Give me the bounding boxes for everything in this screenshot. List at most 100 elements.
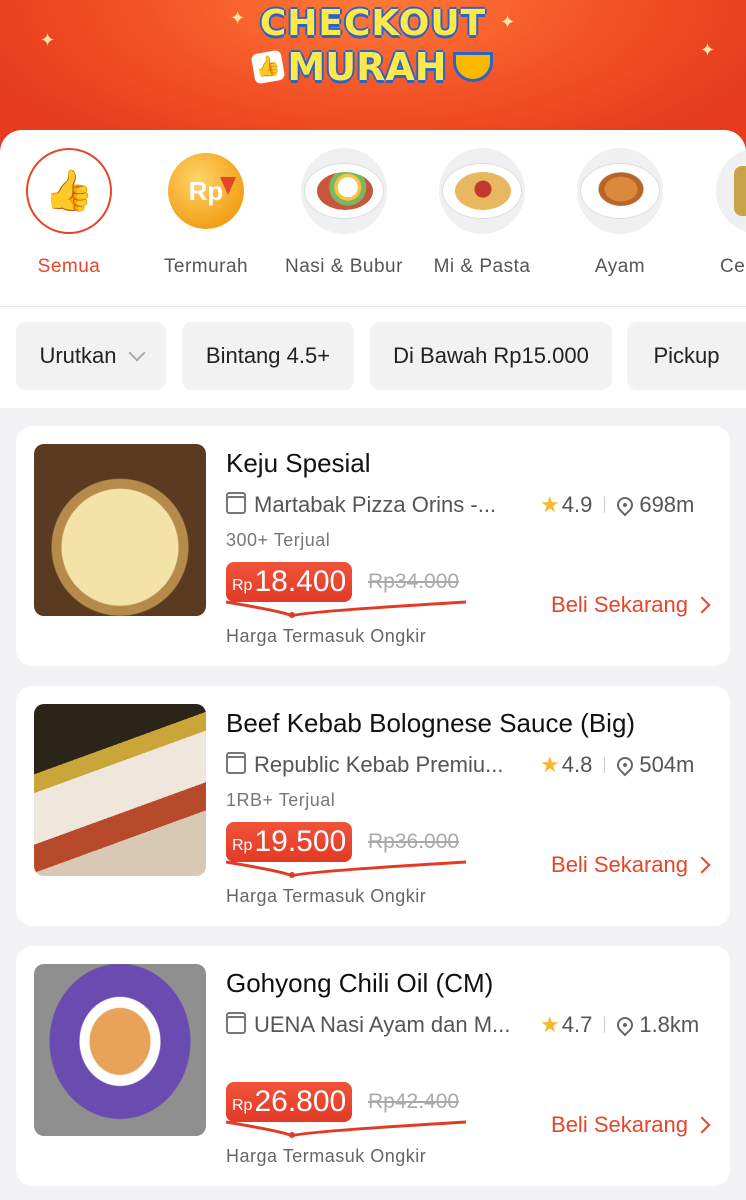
chicken-icon — [577, 148, 663, 234]
rice-plate-icon — [301, 148, 387, 234]
buy-now-label: Beli Sekarang — [551, 592, 688, 617]
category-nasi-bubur[interactable]: Nasi & Bubur — [284, 148, 404, 278]
shop-row: UENA Nasi Ayam dan M... ★ 4.7 1.8km — [226, 1010, 712, 1040]
product-card[interactable]: Gohyong Chili Oil (CM) UENA Nasi Ayam da… — [16, 946, 730, 1186]
chevron-down-icon — [128, 344, 146, 362]
price: 26.800 — [254, 1085, 347, 1118]
buy-now-label: Beli Sekarang — [551, 852, 688, 877]
currency: Rp — [232, 837, 253, 854]
category-label: Ayam — [594, 256, 646, 277]
category-label: Ce — [720, 256, 746, 277]
price-badge: Rp 19.500 — [226, 822, 353, 862]
banner-title: CHECKOUT 👍 MURAH — [0, 6, 746, 86]
banner-title-line1: CHECKOUT — [259, 3, 487, 44]
chevron-right-icon — [693, 596, 711, 614]
distance: 1.8km — [639, 1012, 700, 1037]
location-pin-icon — [614, 1013, 637, 1037]
thumbs-up-icon: 👍 — [251, 49, 286, 85]
product-card[interactable]: Keju Spesial Martabak Pizza Orins -... ★… — [16, 426, 730, 666]
buy-now-button[interactable]: Beli Sekarang — [551, 592, 711, 618]
shipping-note: Harga Termasuk Ongkir — [226, 1146, 427, 1166]
category-list: 👍 Semua Rp Termurah Nasi & Bubur Mi & Pa… — [0, 148, 746, 288]
category-mi-pasta[interactable]: Mi & Pasta — [422, 148, 542, 278]
distance: 698m — [639, 492, 695, 517]
divider — [604, 497, 606, 513]
category-label: Mi & Pasta — [433, 256, 531, 277]
filter-bar: Urutkan Bintang 4.5+ Di Bawah Rp15.000 P… — [0, 322, 746, 392]
original-price: Rp42.400 — [368, 1090, 460, 1113]
divider — [604, 1017, 606, 1033]
shop-name: UENA Nasi Ayam dan M... — [254, 1012, 511, 1037]
price-swoosh — [226, 1120, 467, 1138]
filter-label: Pickup — [653, 343, 720, 368]
store-icon — [226, 752, 246, 774]
currency: Rp — [232, 577, 253, 594]
product-image — [34, 964, 206, 1136]
shipping-note: Harga Termasuk Ongkir — [226, 886, 427, 906]
distance: 504m — [639, 752, 695, 777]
price-badge: Rp 26.800 — [226, 1082, 353, 1122]
original-price: Rp34.000 — [368, 570, 460, 593]
filter-label: Di Bawah Rp15.000 — [393, 343, 589, 368]
category-ayam[interactable]: Ayam — [560, 148, 680, 278]
category-label: Termurah — [163, 256, 249, 277]
rating: 4.9 — [561, 492, 593, 517]
buy-now-button[interactable]: Beli Sekarang — [551, 852, 711, 878]
rating: 4.8 — [561, 752, 593, 777]
price: 18.400 — [254, 565, 347, 598]
category-panel: 👍 Semua Rp Termurah Nasi & Bubur Mi & Pa… — [0, 130, 746, 408]
price-block: Rp 26.800 Rp42.400 — [226, 1082, 476, 1138]
shop-name: Martabak Pizza Orins -... — [254, 492, 497, 517]
price-block: Rp 19.500 Rp36.000 — [226, 822, 476, 878]
price: 19.500 — [254, 825, 347, 858]
sold-count: 1RB+ Terjual — [226, 790, 336, 810]
shipping-note: Harga Termasuk Ongkir — [226, 626, 427, 646]
product-title: Beef Kebab Bolognese Sauce (Big) — [226, 708, 636, 738]
filter-pickup[interactable]: Pickup — [627, 322, 746, 390]
sort-dropdown[interactable]: Urutkan — [16, 322, 166, 390]
store-icon — [226, 492, 246, 514]
chevron-right-icon — [693, 856, 711, 874]
product-image — [34, 444, 206, 616]
shop-row: Martabak Pizza Orins -... ★ 4.9 698m — [226, 490, 712, 520]
snack-icon — [716, 148, 746, 234]
star-icon: ★ — [540, 752, 560, 777]
location-pin-icon — [614, 753, 637, 777]
product-card[interactable]: Beef Kebab Bolognese Sauce (Big) Republi… — [16, 686, 730, 926]
filter-label: Bintang 4.5+ — [205, 343, 331, 368]
price-swoosh — [226, 600, 467, 618]
category-label: Semua — [37, 256, 101, 277]
pasta-plate-icon — [439, 148, 525, 234]
shop-row: Republic Kebab Premiu... ★ 4.8 504m — [226, 750, 712, 780]
chevron-right-icon — [693, 1116, 711, 1134]
sold-count: 300+ Terjual — [226, 530, 331, 550]
star-icon: ★ — [540, 492, 560, 517]
category-label: Nasi & Bubur — [285, 256, 403, 277]
product-image — [34, 704, 206, 876]
sort-label: Urutkan — [39, 343, 117, 368]
store-icon — [226, 1012, 246, 1034]
product-title: Keju Spesial — [226, 448, 371, 478]
category-partial[interactable]: Ce — [690, 148, 746, 278]
price-swoosh — [226, 860, 467, 878]
original-price: Rp36.000 — [368, 830, 460, 853]
thumbs-up-icon: 👍 — [26, 148, 112, 234]
divider — [604, 757, 606, 773]
filter-rating[interactable]: Bintang 4.5+ — [182, 322, 354, 390]
buy-now-button[interactable]: Beli Sekarang — [551, 1112, 711, 1138]
bowl-icon — [452, 52, 493, 82]
rp-coin-icon: Rp — [163, 148, 249, 234]
star-icon: ★ — [540, 1012, 560, 1037]
shop-name: Republic Kebab Premiu... — [254, 752, 504, 777]
location-pin-icon — [614, 493, 637, 517]
product-title: Gohyong Chili Oil (CM) — [226, 968, 494, 998]
filter-price[interactable]: Di Bawah Rp15.000 — [370, 322, 612, 390]
rating: 4.7 — [561, 1012, 593, 1037]
banner-title-line2: MURAH — [287, 45, 447, 89]
price-block: Rp 18.400 Rp34.000 — [226, 562, 476, 618]
buy-now-label: Beli Sekarang — [551, 1112, 688, 1137]
price-badge: Rp 18.400 — [226, 562, 353, 602]
category-semua[interactable]: 👍 Semua — [9, 148, 129, 278]
currency: Rp — [232, 1097, 253, 1114]
category-termurah[interactable]: Rp Termurah — [146, 148, 266, 278]
